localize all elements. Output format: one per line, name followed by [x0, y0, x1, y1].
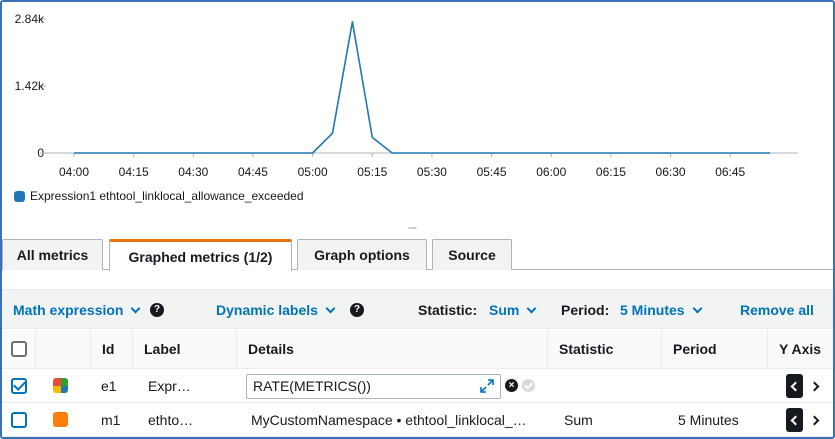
header-y-axis[interactable]: Y Axis — [767, 330, 833, 369]
select-all-checkbox[interactable] — [11, 341, 27, 357]
graphed-metrics-table: Id Label Details Statistic Period Y Axis… — [2, 330, 833, 437]
x-tick-label: 05:15 — [357, 165, 387, 179]
statistic-control: Statistic: — [418, 302, 477, 318]
tab-graph-options[interactable]: Graph options — [297, 239, 427, 270]
x-tick-label: 04:00 — [59, 165, 89, 179]
row-id[interactable]: e1 — [101, 369, 117, 403]
y-tick-label: 2.84k — [15, 12, 45, 26]
row-statistic[interactable]: Sum — [564, 403, 593, 437]
math-expression-dropdown[interactable]: Math expression — [13, 302, 141, 318]
period-label: Period: — [561, 302, 610, 318]
tab-label: Source — [448, 247, 496, 263]
tab-bar: All metrics Graphed metrics (1/2) Graph … — [2, 239, 833, 271]
statistic-label: Statistic: — [418, 302, 478, 318]
row-checkbox[interactable] — [11, 412, 27, 428]
y-axis-left-button[interactable] — [786, 374, 803, 398]
expand-icon[interactable] — [480, 379, 494, 393]
series-line[interactable] — [74, 20, 770, 154]
table-header: Id Label Details Statistic Period Y Axis — [2, 330, 833, 369]
tab-all-metrics[interactable]: All metrics — [2, 239, 103, 270]
swatch-quadrant — [60, 378, 68, 386]
math-expression-label: Math expression — [13, 302, 124, 318]
x-tick-label: 06:15 — [596, 165, 626, 179]
y-axis-right-button[interactable] — [808, 408, 825, 432]
tab-source[interactable]: Source — [432, 239, 512, 270]
header-id[interactable]: Id — [90, 330, 132, 369]
row-id[interactable]: m1 — [101, 403, 120, 437]
line-chart: 01.42k2.84k 04:00 04:15 04:30 04:45 05:00 05:… — [15, 12, 798, 179]
expression-value: RATE(METRICS()) — [253, 378, 371, 394]
row-label[interactable]: ethto… — [148, 403, 228, 437]
table-row[interactable]: e1 Expr… RATE(METRICS()) × — [2, 369, 833, 403]
x-tick-label: 06:45 — [715, 165, 745, 179]
color-swatch[interactable] — [53, 412, 68, 427]
chevron-down-icon — [692, 303, 703, 313]
x-tick-label: 04:45 — [238, 165, 268, 179]
y-axis-left-button[interactable] — [786, 408, 803, 432]
header-statistic[interactable]: Statistic — [547, 330, 661, 369]
tab-label: Graph options — [314, 247, 410, 263]
x-tick-label: 05:45 — [477, 165, 507, 179]
x-tick-label: 06:00 — [536, 165, 566, 179]
row-label[interactable]: Expr… — [148, 369, 228, 403]
row-period[interactable]: 5 Minutes — [678, 403, 739, 437]
chart-series — [74, 20, 770, 154]
statistic-value: Sum — [489, 302, 520, 318]
chevron-down-icon — [325, 303, 336, 313]
header-details[interactable]: Details — [236, 330, 547, 369]
chart-legend[interactable]: Expression1 ethtool_linklocal_allowance_… — [14, 189, 304, 203]
dynamic-labels-dropdown[interactable]: Dynamic labels — [216, 302, 336, 318]
chevron-down-icon — [131, 303, 141, 313]
tab-graphed-metrics[interactable]: Graphed metrics (1/2) — [109, 239, 292, 271]
remove-all-label: Remove all — [740, 302, 814, 318]
header-period[interactable]: Period — [661, 330, 767, 369]
table-row[interactable]: m1 ethto… MyCustomNamespace • ethtool_li… — [2, 403, 833, 437]
tab-label: Graphed metrics (1/2) — [128, 248, 273, 265]
x-axis-ticks: 04:00 04:15 04:30 04:45 05:00 05:15 05:30 05:45… — [59, 153, 746, 179]
header-label[interactable]: Label — [132, 330, 236, 369]
legend-label: Expression1 ethtool_linklocal_allowance_… — [30, 189, 304, 203]
help-icon[interactable]: ? — [150, 303, 164, 317]
check-icon[interactable] — [522, 379, 535, 392]
header-color — [35, 330, 90, 369]
y-axis-right-button[interactable] — [808, 374, 825, 398]
statistic-dropdown[interactable]: Sum — [489, 302, 537, 318]
metrics-toolbar: Math expression ? Dynamic labels ? Stati… — [2, 289, 833, 329]
expression-input[interactable]: RATE(METRICS()) — [246, 374, 501, 399]
row-checkbox[interactable] — [11, 378, 27, 394]
remove-all-button[interactable]: Remove all — [740, 302, 814, 318]
row-details[interactable]: MyCustomNamespace • ethtool_linklocal_… — [251, 403, 543, 437]
y-axis-ticks: 01.42k2.84k — [15, 12, 46, 160]
clear-icon[interactable]: × — [505, 379, 518, 392]
period-control: Period: — [561, 302, 609, 318]
swatch-quadrant — [53, 385, 61, 393]
resize-handle[interactable]: --- — [408, 222, 417, 234]
legend-swatch — [14, 190, 25, 202]
x-tick-label: 05:00 — [298, 165, 328, 179]
chevron-down-icon — [526, 303, 537, 313]
x-tick-label: 06:30 — [656, 165, 686, 179]
color-swatch-multi[interactable] — [53, 378, 68, 393]
x-tick-label: 05:30 — [417, 165, 447, 179]
swatch-quadrant — [53, 378, 61, 386]
tab-label: All metrics — [16, 247, 89, 263]
y-tick-label: 1.42k — [15, 79, 45, 93]
period-value: 5 Minutes — [620, 302, 685, 318]
swatch-quadrant — [60, 385, 68, 393]
dynamic-labels-label: Dynamic labels — [216, 302, 318, 318]
x-tick-label: 04:15 — [119, 165, 149, 179]
period-dropdown[interactable]: 5 Minutes — [620, 302, 703, 318]
help-icon[interactable]: ? — [350, 303, 364, 317]
header-select — [2, 330, 35, 369]
x-tick-label: 04:30 — [178, 165, 208, 179]
